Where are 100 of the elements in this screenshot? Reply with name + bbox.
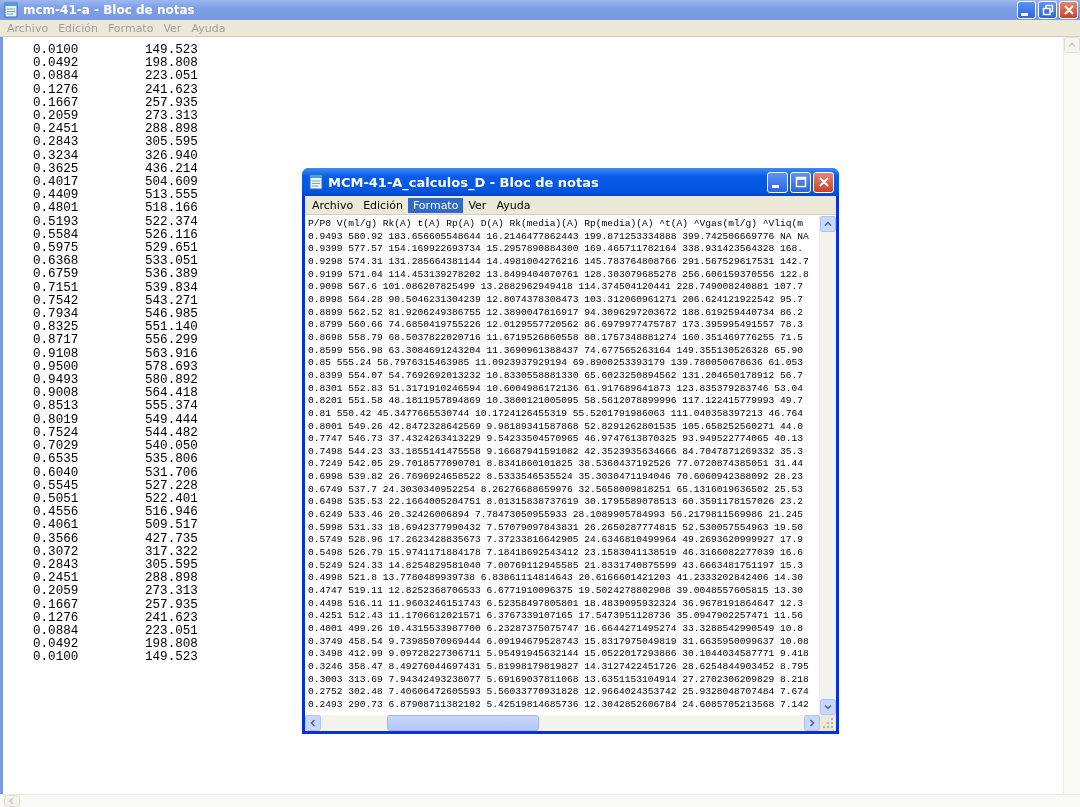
text-line: 0.5998 531.33 18.6942377990432 7.57079097843831 26.2650287774815 52.530057554963 19.50 [308, 521, 804, 535]
text-line: 0.5249 524.33 14.8254829581040 7.00769112945585 21.8331740875599 43.6663481751197 15.3 [308, 559, 804, 573]
window-title: MCM-41-A_calculos_D - Bloc de notas [328, 174, 600, 190]
text-line: 0.4001 499.26 10.4315533987700 6.23287375075747 16.6644271495274 33.3288542990549 10.8 [308, 623, 804, 636]
pressure-value: 0.1276 [33, 83, 80, 97]
volume-value: 513.555 [145, 189, 198, 203]
text-line: 0.9199 571.04 114.453139278202 13.8499404070761 128.303079685278 256.606159370556 122.8 [308, 268, 809, 282]
pressure-value: 0.2451 [33, 123, 80, 137]
pressure-value: 0.8019 [33, 413, 80, 427]
pressure-value: 0.9493 [33, 374, 80, 388]
close-button[interactable] [813, 171, 834, 193]
menu-item[interactable]: Archivo [307, 197, 359, 213]
text-line: 0.8399 554.07 54.7692692013232 10.8330558881330 65.6023250894562 131.204650178912 56.7 [308, 369, 804, 383]
menu-item[interactable]: Ver [463, 197, 492, 213]
notepad-icon [4, 2, 18, 18]
text-line: 0.9298 574.31 131.285664381144 14.4981004276216 145.783764808766 291.567529617531 142.7 [308, 255, 809, 269]
text-line: 0.8998 564.28 90.5046231304239 12.8074378308473 103.312060961271 206.624121922542 95.7 [308, 293, 804, 307]
text-line: 0.7249 542.05 29.7018577090701 8.8341860101825 38.5360437192526 77.0720874385051 31.44 [308, 458, 804, 472]
volume-value: 535.806 [145, 453, 198, 467]
size-grip-icon[interactable] [820, 715, 836, 731]
pressure-value: 0.0100 [33, 651, 80, 665]
volume-value: 257.935 [145, 598, 198, 612]
scroll-thumb[interactable] [386, 715, 539, 731]
pressure-value: 0.6759 [33, 268, 80, 282]
volume-value: 522.374 [145, 215, 198, 229]
pressure-value: 0.0884 [33, 70, 80, 84]
text-line: 0.8899 562.52 81.9206249386755 12.3890047816917 94.3096297203672 188.619259440734 86.2 [308, 306, 804, 320]
restore-button[interactable] [1038, 1, 1057, 19]
pressure-value: 0.6040 [33, 466, 80, 480]
menu-item[interactable]: Edición [358, 197, 408, 213]
menu-item[interactable]: Formato [407, 197, 464, 213]
volume-value: 555.374 [145, 400, 198, 414]
volume-value: 580.892 [145, 374, 198, 388]
minimize-icon [772, 184, 779, 188]
pressure-value: 0.9500 [33, 360, 80, 374]
text-line: 0.6749 537.7 24.3030340952254 8.26276688659976 32.5658009818251 65.1316019636502 25.53 [308, 483, 804, 497]
maximize-button[interactable] [790, 171, 811, 193]
volume-value: 504.609 [145, 176, 198, 190]
volume-value: 527.228 [145, 479, 198, 493]
volume-value: 198.808 [145, 57, 198, 71]
volume-value: 326.940 [145, 149, 198, 163]
pressure-value: 0.1667 [33, 96, 80, 110]
pressure-value: 0.9008 [33, 387, 80, 401]
volume-value: 516.946 [145, 506, 198, 520]
volume-value: 563.916 [145, 347, 198, 361]
menu-item[interactable]: Ayuda [491, 197, 536, 213]
volume-value: 223.051 [145, 70, 198, 84]
minimize-button[interactable] [767, 171, 788, 193]
text-line: 0.2493 290.73 6.87908711382102 5.42519814685736 12.3042852606784 24.6085705213568 7.142 [308, 698, 809, 712]
volume-value: 546.985 [145, 308, 198, 322]
volume-value: 241.623 [145, 83, 198, 97]
volume-value: 436.214 [145, 162, 198, 176]
minimize-button[interactable] [1017, 1, 1036, 19]
text-line: 0.6998 539.82 26.7696924658522 8.5333546535524 35.3030471194046 70.6060942388092 28.23 [308, 471, 804, 484]
pressure-value: 0.1667 [33, 598, 80, 612]
scroll-left-button[interactable] [305, 715, 321, 731]
pressure-value: 0.2059 [33, 110, 80, 123]
pressure-value: 0.3072 [33, 545, 80, 559]
text-line: P/P0 V(ml/g) Rk(A) t(A) Rp(A) D(A) Rk(media)(A) Rp(media)(A) ^t(A) ^Vgas(ml/g) ^Vliq(m [308, 218, 804, 231]
close-button[interactable] [1059, 1, 1078, 19]
volume-value: 273.313 [145, 110, 198, 123]
restore-icon [1041, 4, 1054, 16]
volume-value: 539.834 [145, 281, 198, 295]
pressure-value: 0.3625 [33, 162, 80, 176]
volume-value: 544.482 [145, 426, 198, 440]
pressure-value: 0.5051 [33, 492, 80, 506]
text-line: 0.85 555.24 58.7976315463985 11.0923937929194 69.8900253393179 139.780050678636 61.053 [308, 357, 804, 370]
pressure-value: 0.8325 [33, 321, 80, 335]
volume-value: 536.389 [145, 268, 198, 282]
volume-value: 540.050 [145, 440, 198, 454]
volume-value: 533.051 [145, 255, 198, 269]
text-line: 0.5498 526.79 15.9741171884178 7.18418692543412 23.1583041138519 46.3166082277039 16.6 [308, 547, 804, 560]
pressure-value: 0.4801 [33, 202, 80, 216]
pressure-value: 0.0492 [33, 638, 80, 652]
volume-value: 305.595 [145, 136, 198, 150]
text-line: 0.6498 535.53 22.1664005204751 8.01315838737619 30.1795589078513 60.3591178157026 23.2 [308, 496, 804, 510]
pressure-value: 0.8513 [33, 400, 80, 414]
close-icon [1062, 4, 1075, 16]
scroll-right-button[interactable] [804, 715, 820, 731]
pressure-value: 0.7524 [33, 426, 80, 440]
text-line: 0.2752 302.48 7.40606472605593 5.56033770931828 12.9664024353742 25.9328048707484 7.674 [308, 686, 809, 699]
pressure-value: 0.4061 [33, 519, 80, 533]
pressure-value: 0.0492 [33, 57, 80, 71]
maximize-icon [794, 176, 807, 188]
scroll-up-button[interactable] [820, 216, 836, 232]
text-line: 0.7498 544.23 33.1855141475558 9.16687941591082 42.3523935634666 84.7047871269332 35.3 [308, 445, 804, 459]
scroll-down-button[interactable] [820, 699, 836, 715]
volume-value: 288.898 [145, 572, 198, 586]
volume-value: 273.313 [145, 585, 198, 599]
pressure-value: 0.1276 [33, 611, 80, 625]
volume-value: 149.523 [145, 651, 198, 665]
text-line: 0.7747 546.73 37.4324263413229 9.54233504570965 46.9747613870325 93.949522774065 40.13 [308, 433, 804, 446]
text-line: 0.4251 512.43 11.1706612021571 6.3767339107165 17.5473951128736 35.0947902257471 11.56 [308, 610, 804, 623]
volume-value: 556.299 [145, 334, 198, 348]
pressure-value: 0.0884 [33, 624, 80, 638]
pressure-value: 0.6535 [33, 453, 80, 467]
text-line: 0.9098 567.6 101.086207825499 13.2882962949418 114.374504120441 228.749008240881 107.7 [308, 281, 804, 294]
volume-value: 522.401 [145, 492, 198, 506]
pressure-value: 0.0100 [33, 44, 80, 57]
pressure-value: 0.7151 [33, 281, 80, 295]
